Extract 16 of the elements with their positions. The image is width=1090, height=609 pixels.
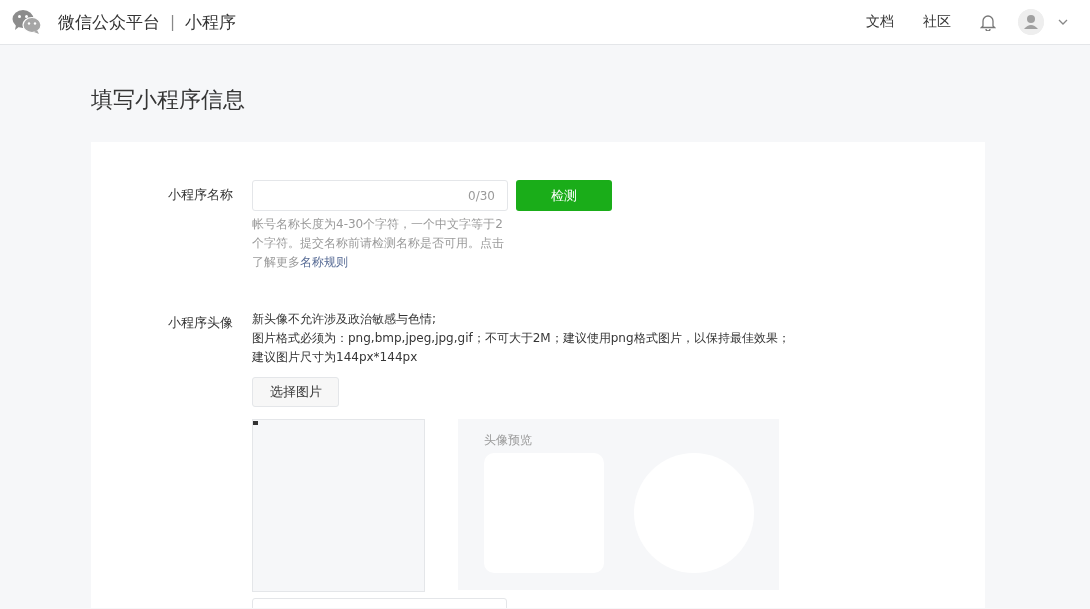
requirement-text: 建议图片尺寸为144px*144px xyxy=(252,349,419,366)
help-text: 帐号名称长度为4-30个字符，一个中文字等于2个字符。提交名称前请检测名称是否可用。点击了解更多名称规则 xyxy=(252,216,505,271)
page-title: 填写小程序信息 xyxy=(91,86,246,114)
requirement-text: 图片格式必须为：png,bmp,jpeg,jpg,gif；不可大于2M；建议使用png格式图片，以保持最佳效果； xyxy=(252,330,791,347)
field-label: 小程序头像 xyxy=(167,314,234,332)
platform-title: 微信公众平台 xyxy=(58,10,160,34)
choose-image-button[interactable]: 选择图片 xyxy=(252,377,339,407)
rules-link[interactable]: 名称规则 xyxy=(300,255,348,269)
preview-label: 头像预览 xyxy=(484,432,533,449)
nav-link[interactable]: 社区 xyxy=(923,13,951,31)
product-title: 小程序 xyxy=(185,10,237,34)
title-separator: | xyxy=(170,13,176,31)
requirement-text: 新头像不允许涉及政治敏感与色情; xyxy=(252,311,438,328)
nav-link[interactable]: 文档 xyxy=(866,13,894,31)
field-label: 小程序名称 xyxy=(167,186,234,204)
character-counter: 0/30 xyxy=(468,188,495,203)
